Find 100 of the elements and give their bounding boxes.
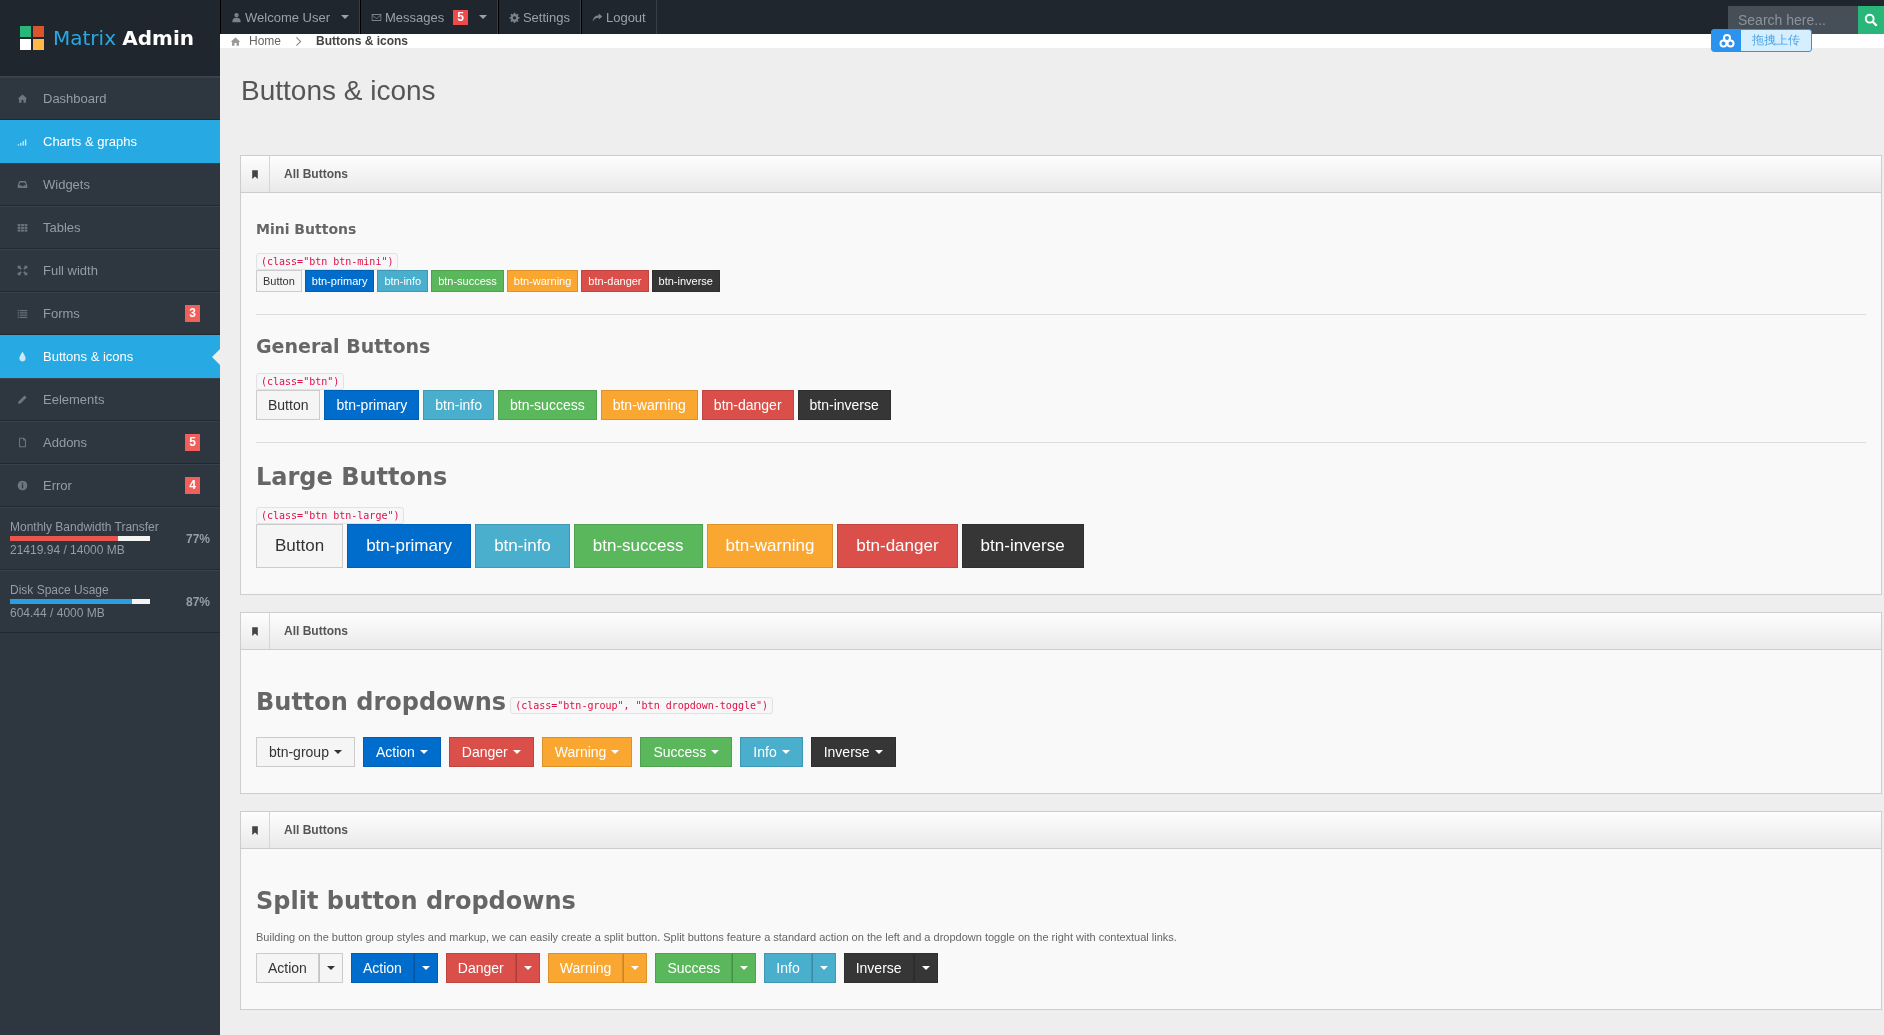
button[interactable]: Action [350, 953, 414, 983]
section-heading: Mini Buttons [256, 221, 357, 237]
button[interactable]: btn-inverse [797, 390, 891, 420]
cloud-icon [1718, 32, 1735, 49]
button[interactable]: Button [256, 390, 321, 420]
user-icon [231, 11, 242, 23]
button[interactable]: btn-danger [701, 390, 794, 420]
stat-reading: 21419.94 / 14000 MB [10, 543, 126, 557]
widget-title: All Buttons [284, 624, 348, 638]
button[interactable]: btn-danger [837, 524, 958, 568]
sidebar-item[interactable]: Charts & graphs [0, 120, 220, 163]
info-icon [17, 480, 28, 491]
caret-icon [523, 966, 532, 970]
button[interactable]: Inverse [843, 953, 914, 983]
button[interactable]: Button [256, 524, 344, 568]
button[interactable]: btn-primary [304, 270, 375, 292]
stat-percent: 77% [185, 531, 210, 546]
button[interactable]: Success [655, 953, 733, 983]
share-arrow-icon [591, 11, 603, 23]
count-badge: 5 [185, 434, 200, 451]
dropdown-button[interactable]: Action [362, 737, 441, 767]
search-button[interactable] [1858, 6, 1884, 34]
caret-icon [711, 750, 720, 754]
button[interactable]: Button [256, 270, 302, 292]
bookmark-icon [250, 824, 260, 836]
search-field[interactable]: Search here... [1728, 6, 1858, 34]
dropdown-button[interactable]: Info [740, 737, 803, 767]
caret-icon [611, 750, 620, 754]
sidebar-item[interactable]: Eelements [0, 378, 220, 421]
dropdown-button[interactable]: Success [640, 737, 733, 767]
envelope-icon [371, 11, 382, 23]
widget-title: All Buttons [284, 823, 348, 837]
widget-title: All Buttons [284, 167, 348, 181]
dropdown-toggle[interactable] [318, 953, 343, 983]
caret-icon [819, 966, 828, 970]
button[interactable]: Action [256, 953, 319, 983]
upload-toast[interactable]: 拖拽上传 [1711, 29, 1812, 52]
count-badge: 3 [185, 305, 200, 322]
upload-label: 拖拽上传 [1751, 32, 1801, 49]
caret-icon [781, 750, 790, 754]
caret-icon [874, 750, 883, 754]
sidebar-item[interactable]: Tables [0, 206, 220, 249]
button[interactable]: btn-primary [347, 524, 472, 568]
count-badge: 4 [185, 477, 200, 494]
button[interactable]: btn-info [423, 390, 494, 420]
stat-percent: 87% [185, 594, 210, 609]
sidebar-item[interactable]: Full width [0, 249, 220, 292]
button[interactable]: btn-inverse [651, 270, 720, 292]
description-text: Building on the button group styles and markup, we can easily create a split button. Split buttons feature a standard action on the left and a dropdown toggle on the right with contextual links. [256, 931, 1178, 943]
expand-arrows-icon [17, 265, 28, 276]
button[interactable]: btn-success [431, 270, 504, 292]
section-heading: Button dropdowns [256, 688, 507, 716]
file-icon [17, 437, 28, 448]
sidebar-item[interactable]: Buttons & icons [0, 335, 220, 378]
button[interactable]: btn-success [498, 390, 597, 420]
code-snippet: (class="btn btn-mini") [256, 253, 399, 270]
sidebar-item[interactable]: Widgets [0, 163, 220, 206]
stat-reading: 604.44 / 4000 MB [10, 606, 106, 620]
dropdown-button[interactable]: Danger [448, 737, 534, 767]
caret-icon [333, 750, 342, 754]
logo-text: Matrix Admin [53, 26, 195, 50]
button[interactable]: btn-info [377, 270, 429, 292]
home-icon [17, 93, 28, 104]
button[interactable]: btn-success [573, 524, 703, 568]
dropdown-button[interactable]: Inverse [810, 737, 896, 767]
section-heading: Large Buttons [256, 463, 448, 491]
list-icon [17, 308, 28, 319]
section-heading: Split button dropdowns [256, 887, 576, 915]
signal-bars-icon [17, 136, 28, 147]
settings-icon [508, 11, 520, 23]
code-snippet: (class="btn btn-large") [256, 507, 405, 524]
caret-icon [421, 966, 430, 970]
button[interactable]: btn-danger [581, 270, 649, 292]
home-icon [230, 35, 241, 47]
section-heading: General Buttons [256, 335, 431, 357]
button[interactable]: btn-inverse [961, 524, 1084, 568]
dropdown-button[interactable]: btn-group [256, 737, 355, 767]
stat-label: Disk Space Usage [10, 583, 110, 597]
bookmark-icon [250, 168, 260, 180]
caret-icon [512, 750, 521, 754]
count-badge: 5 [453, 9, 468, 25]
sidebar-item[interactable]: Error 4 [0, 464, 220, 507]
breadcrumb-link[interactable]: Buttons & icons [316, 34, 408, 48]
button[interactable]: Danger [445, 953, 516, 983]
button[interactable]: btn-primary [324, 390, 420, 420]
chevron-icon [295, 35, 302, 47]
grid-icon [17, 222, 28, 233]
button[interactable]: Info [764, 953, 812, 983]
caret-icon [326, 966, 335, 970]
inbox-icon [17, 179, 28, 190]
page-title: Buttons & icons [241, 75, 437, 107]
drop-icon [17, 351, 28, 362]
code-snippet: (class="btn") [256, 373, 345, 390]
caret-icon [631, 966, 640, 970]
breadcrumb-link[interactable]: Home [249, 34, 281, 48]
code-snippet: (class="btn-group", "btn dropdown-toggle") [510, 697, 774, 714]
button[interactable]: btn-info [475, 524, 570, 568]
sidebar-item[interactable]: Addons 5 [0, 421, 220, 464]
caret-icon [740, 966, 749, 970]
bookmark-icon [250, 625, 260, 637]
